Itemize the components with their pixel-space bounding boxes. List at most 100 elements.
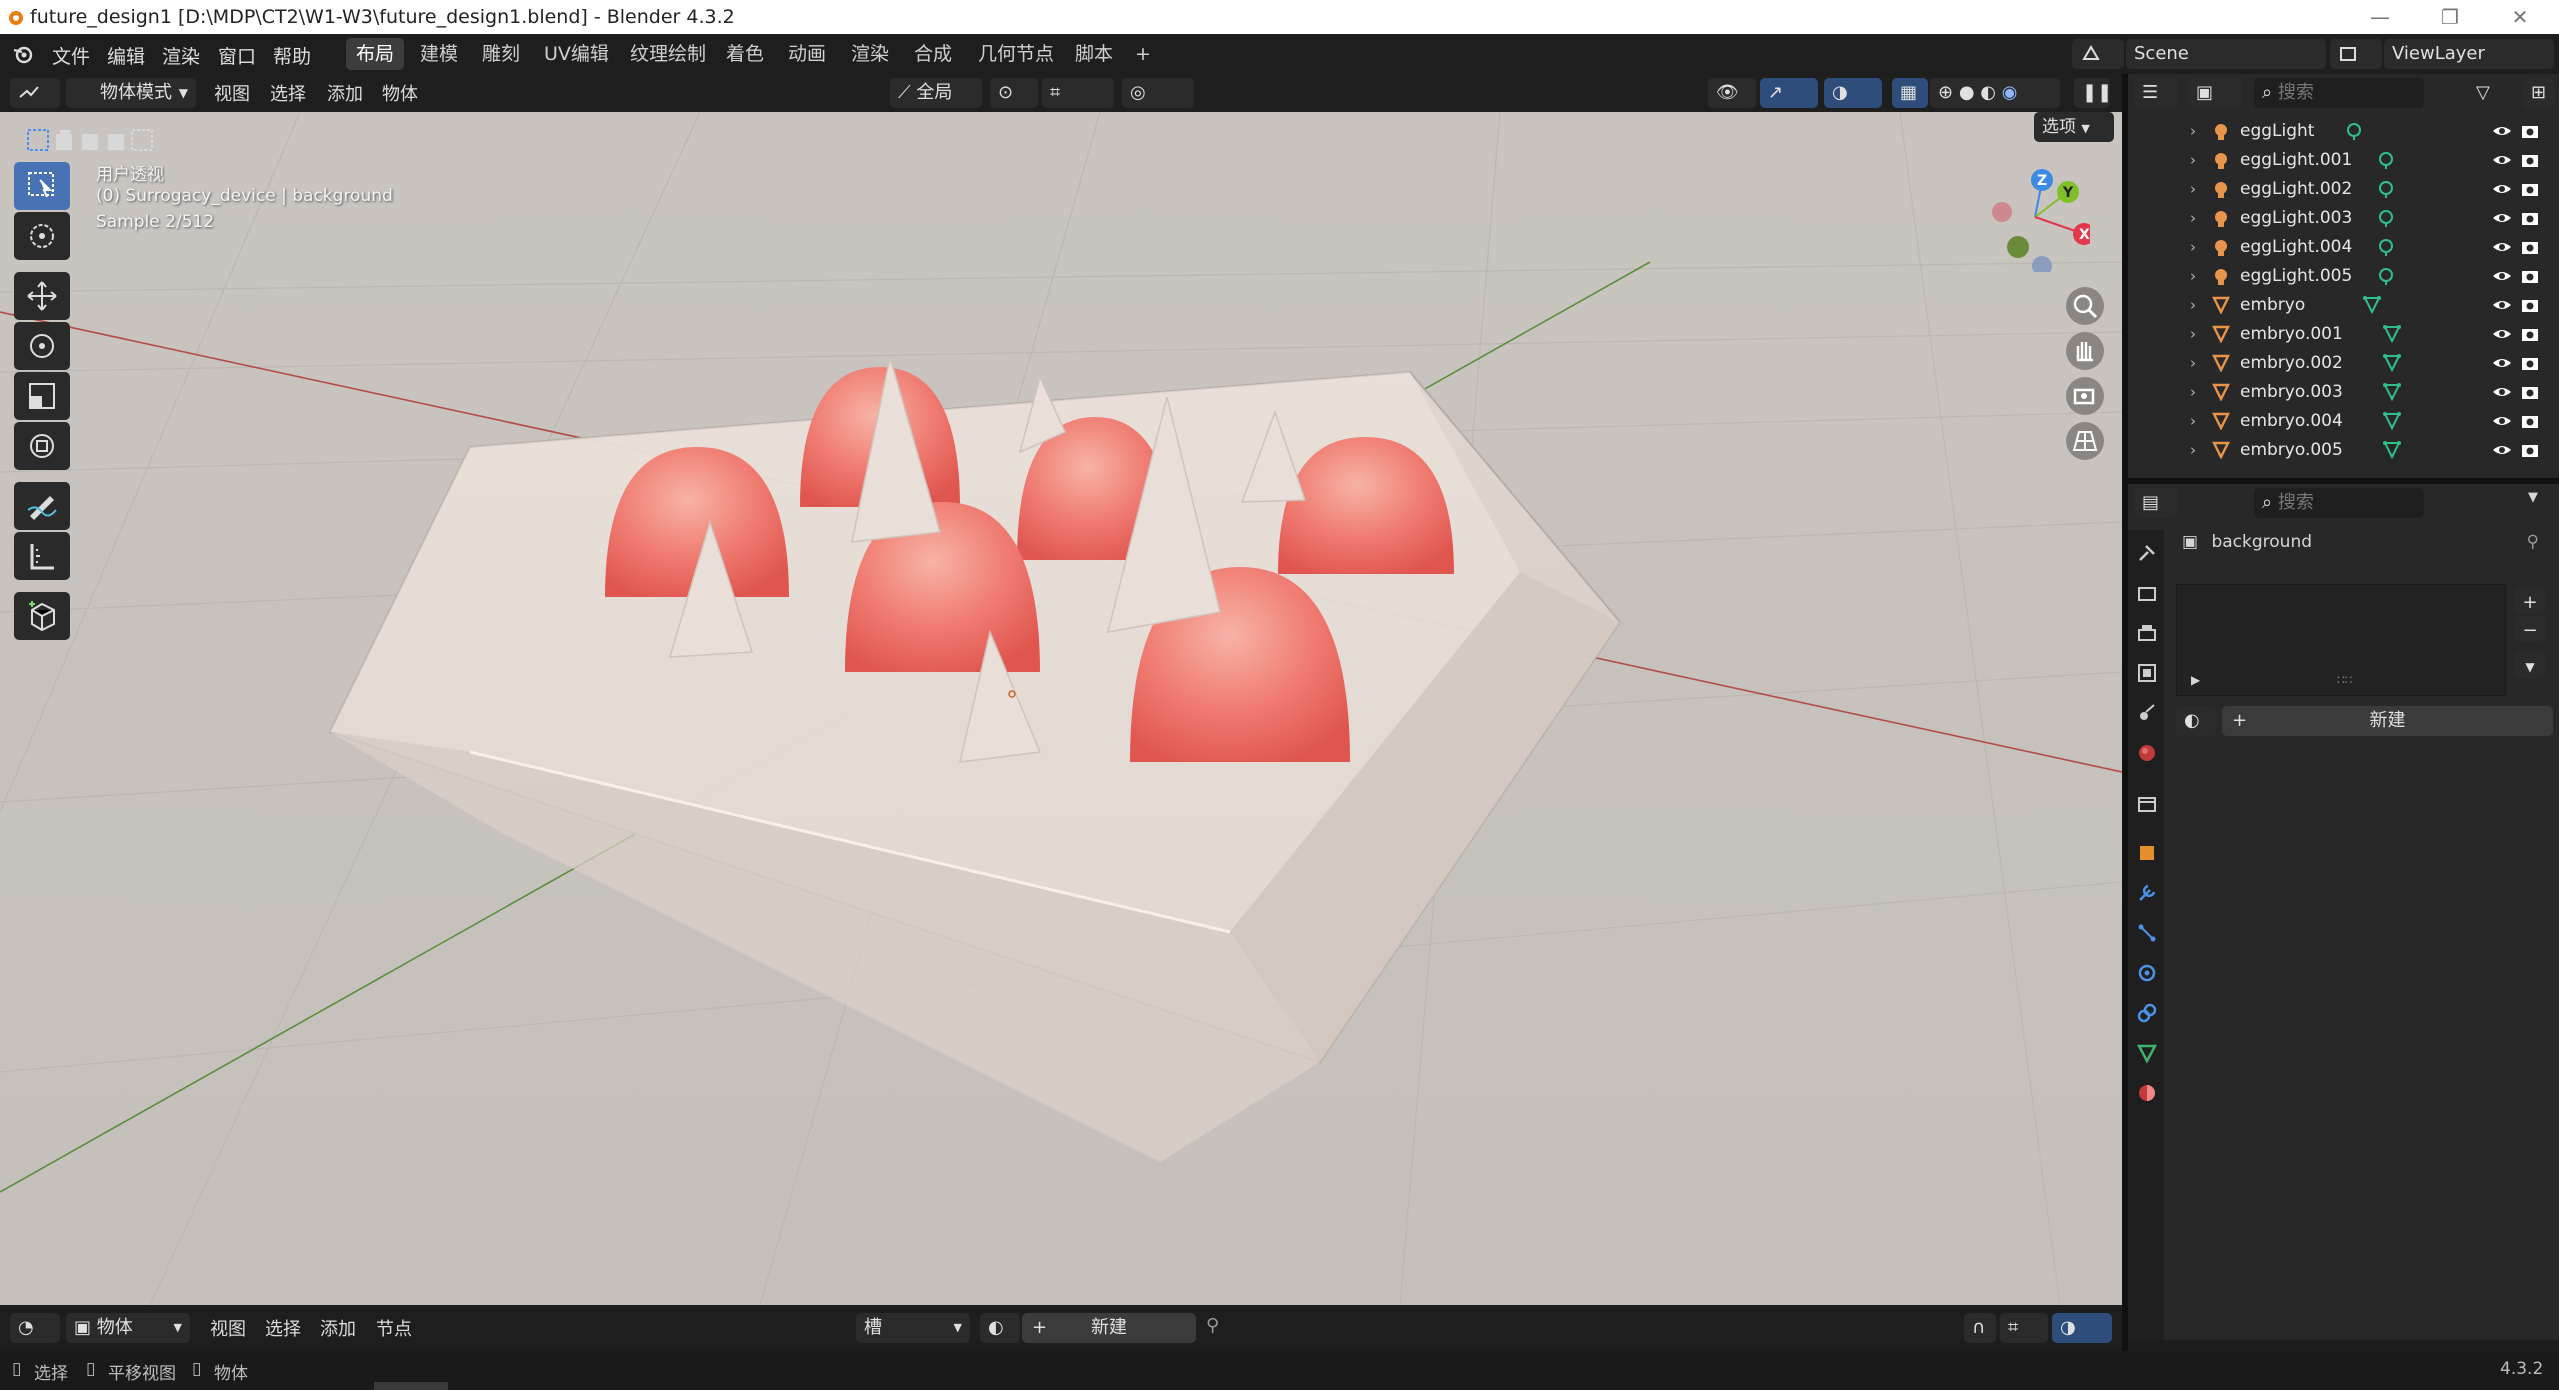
eye-icon[interactable]	[2492, 266, 2512, 286]
solid-shading-icon[interactable]: ●	[1959, 82, 1975, 103]
zoom-view-button[interactable]	[2066, 287, 2104, 325]
expand-chevron-icon[interactable]: ›	[2190, 209, 2196, 227]
wireframe-shading-icon[interactable]: ⊕	[1938, 82, 1953, 103]
eye-icon[interactable]	[2492, 295, 2512, 315]
pause-render-button[interactable]: ❚❚	[2074, 78, 2112, 108]
browse-material-button[interactable]: ◐	[2176, 706, 2216, 736]
expand-chevron-icon[interactable]: ›	[2190, 354, 2196, 372]
expand-chevron-icon[interactable]: ›	[2190, 296, 2196, 314]
outliner-row[interactable]: › embryo.005	[2128, 437, 2559, 466]
outliner-row[interactable]: › embryo.001	[2128, 321, 2559, 350]
eye-icon[interactable]	[2492, 411, 2512, 431]
expand-chevron-icon[interactable]: ›	[2190, 412, 2196, 430]
select-box-tool-button[interactable]	[14, 162, 70, 210]
camera-render-icon[interactable]	[2520, 440, 2540, 460]
tab-scripting[interactable]: 脚本	[1065, 38, 1123, 70]
add-cube-tool-button[interactable]	[14, 592, 70, 640]
outliner-item-name[interactable]: eggLight.004	[2240, 237, 2352, 257]
expand-chevron-icon[interactable]: ›	[2190, 383, 2196, 401]
chevron-down-icon[interactable]: ▼	[2528, 490, 2538, 505]
cursor-tool-button[interactable]	[14, 212, 70, 260]
resize-handle-icon[interactable]: ∷∷	[2337, 673, 2352, 687]
material-slot-list[interactable]: ▶ ∷∷	[2176, 584, 2506, 696]
outliner-item-name[interactable]: embryo.004	[2240, 411, 2343, 431]
outliner-row[interactable]: › eggLight	[2128, 118, 2559, 147]
node-new-material-button[interactable]: + 新建	[1022, 1313, 1196, 1343]
data-tab-icon[interactable]	[2136, 1042, 2158, 1064]
light-data-icon[interactable]	[2376, 237, 2396, 257]
eye-icon[interactable]	[2492, 237, 2512, 257]
camera-render-icon[interactable]	[2520, 121, 2540, 141]
outliner-item-name[interactable]: embryo.001	[2240, 324, 2343, 344]
outliner-item-name[interactable]: eggLight.002	[2240, 179, 2352, 199]
object-tab-icon[interactable]	[2136, 842, 2158, 864]
menu-edit[interactable]: 编辑	[107, 42, 145, 69]
editor-type-button[interactable]	[10, 78, 60, 108]
outliner-row[interactable]: › embryo	[2128, 292, 2559, 321]
tab-rendering[interactable]: 渲染	[841, 38, 899, 70]
camera-render-icon[interactable]	[2520, 324, 2540, 344]
new-collection-button[interactable]: ⊞	[2523, 78, 2555, 108]
viewport-menu-view[interactable]: 视图	[214, 80, 250, 106]
expand-chevron-icon[interactable]: ›	[2190, 441, 2196, 459]
particles-tab-icon[interactable]	[2136, 922, 2158, 944]
shading-mode-buttons[interactable]: ⊕ ● ◐ ◉	[1930, 78, 2060, 108]
material-shading-icon[interactable]: ◐	[1980, 82, 1996, 103]
view-layer-selector-button[interactable]	[2330, 39, 2382, 69]
tab-sculpting[interactable]: 雕刻	[472, 38, 530, 70]
measure-tool-button[interactable]	[14, 532, 70, 580]
tab-animation[interactable]: 动画	[778, 38, 836, 70]
expand-chevron-icon[interactable]: ›	[2190, 151, 2196, 169]
light-data-icon[interactable]	[2376, 150, 2396, 170]
filter-button[interactable]: ▽	[2468, 78, 2518, 108]
shader-type-selector[interactable]: ▣ 物体 ▼	[66, 1313, 190, 1343]
transform-tool-button[interactable]	[14, 422, 70, 470]
expand-chevron-icon[interactable]: ›	[2190, 267, 2196, 285]
scale-tool-button[interactable]	[14, 372, 70, 420]
menu-render[interactable]: 渲染	[162, 42, 200, 69]
remove-slot-button[interactable]: −	[2514, 616, 2546, 642]
tab-shading[interactable]: 着色	[716, 38, 774, 70]
camera-render-icon[interactable]	[2520, 179, 2540, 199]
collection-tab-icon[interactable]	[2136, 792, 2158, 814]
overlay-toggle-button[interactable]: ◑	[1824, 78, 1882, 108]
outliner-row[interactable]: › embryo.004	[2128, 408, 2559, 437]
camera-render-icon[interactable]	[2520, 353, 2540, 373]
viewport-options-button[interactable]: 选项 ▼	[2034, 112, 2114, 142]
eye-icon[interactable]	[2492, 440, 2512, 460]
display-mode-button[interactable]: ▣	[2188, 78, 2242, 108]
perspective-toggle-button[interactable]	[2066, 422, 2104, 460]
outliner-row[interactable]: › eggLight.002	[2128, 176, 2559, 205]
proportional-edit-button[interactable]: ◎	[1122, 78, 1194, 108]
viewport-menu-select[interactable]: 选择	[270, 80, 306, 106]
tab-uv-editing[interactable]: UV编辑	[534, 38, 619, 70]
scene-tab-icon[interactable]	[2136, 702, 2158, 724]
light-data-icon[interactable]	[2344, 121, 2364, 141]
mesh-data-icon[interactable]	[2382, 411, 2402, 431]
eye-icon[interactable]	[2492, 353, 2512, 373]
constraints-tab-icon[interactable]	[2136, 1002, 2158, 1024]
tab-compositing[interactable]: 合成	[904, 38, 962, 70]
mesh-data-icon[interactable]	[2362, 295, 2382, 315]
camera-render-icon[interactable]	[2520, 411, 2540, 431]
outliner-row[interactable]: › eggLight.001	[2128, 147, 2559, 176]
eye-icon[interactable]	[2492, 179, 2512, 199]
modifier-tab-icon[interactable]	[2136, 882, 2158, 904]
pivot-point-button[interactable]: ⊙	[990, 78, 1038, 108]
eye-icon[interactable]	[2492, 382, 2512, 402]
properties-search-input[interactable]: ⌕ 搜索	[2254, 488, 2424, 518]
slot-specials-button[interactable]: ▼	[2514, 652, 2546, 678]
new-material-button[interactable]: + 新建	[2222, 706, 2553, 736]
expand-chevron-icon[interactable]: ›	[2190, 238, 2196, 256]
light-data-icon[interactable]	[2376, 266, 2396, 286]
menu-window[interactable]: 窗口	[218, 42, 256, 69]
pin-icon[interactable]: ⚲	[2527, 532, 2539, 552]
close-button[interactable]: ✕	[2490, 0, 2550, 34]
3d-viewport[interactable]: 用户透视 (0) Surrogacy_device | background S…	[0, 112, 2122, 1305]
tab-geometry-nodes[interactable]: 几何节点	[968, 38, 1064, 70]
output-tab-icon[interactable]	[2136, 622, 2158, 644]
camera-render-icon[interactable]	[2520, 382, 2540, 402]
camera-render-icon[interactable]	[2520, 295, 2540, 315]
camera-render-icon[interactable]	[2520, 237, 2540, 257]
restore-button[interactable]: ❐	[2420, 0, 2480, 34]
